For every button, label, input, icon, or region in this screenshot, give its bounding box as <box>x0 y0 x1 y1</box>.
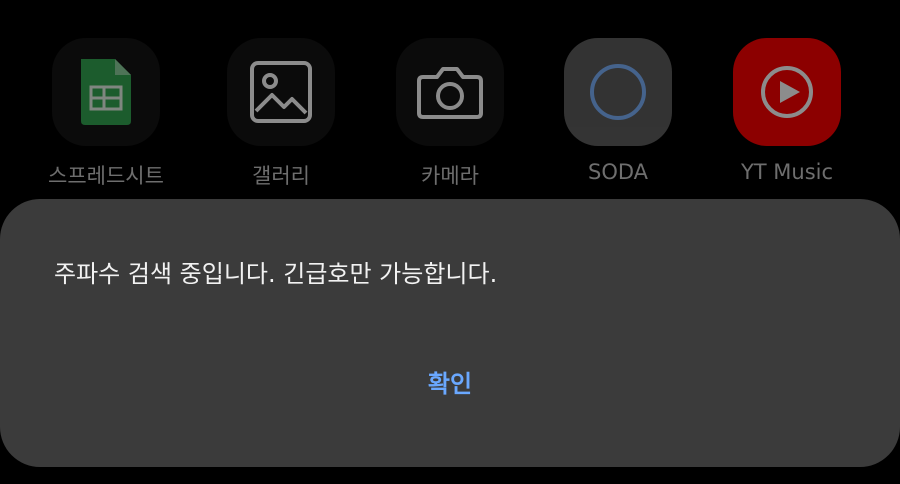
dialog-message: 주파수 검색 중입니다. 긴급호만 가능합니다. <box>54 260 498 288</box>
yt-music-icon <box>761 66 813 118</box>
app-soda[interactable]: SODA <box>548 38 688 184</box>
app-tile <box>396 38 504 146</box>
soda-icon <box>590 64 646 120</box>
sheets-icon <box>81 59 131 125</box>
app-tile <box>733 38 841 146</box>
home-screen: 스프레드시트 갤러리 카메라 SODA YT Music 주파수 검색 중입니다… <box>0 0 900 484</box>
app-tile <box>227 38 335 146</box>
app-spreadsheet[interactable]: 스프레드시트 <box>36 38 176 190</box>
camera-icon <box>417 67 483 119</box>
app-label: 카메라 <box>421 164 479 188</box>
gallery-icon <box>250 61 312 123</box>
app-label: 스프레드시트 <box>48 164 164 188</box>
app-label: 갤러리 <box>252 164 310 188</box>
app-yt-music[interactable]: YT Music <box>717 38 857 184</box>
app-row: 스프레드시트 갤러리 카메라 SODA YT Music <box>0 38 900 188</box>
app-tile <box>564 38 672 146</box>
app-gallery[interactable]: 갤러리 <box>211 38 351 190</box>
confirm-button[interactable]: 확인 <box>350 349 550 413</box>
app-label: YT Music <box>740 160 834 184</box>
app-camera[interactable]: 카메라 <box>380 38 520 190</box>
app-label: SODA <box>587 160 649 184</box>
app-tile <box>52 38 160 146</box>
alert-dialog: 주파수 검색 중입니다. 긴급호만 가능합니다. 확인 <box>0 199 900 467</box>
